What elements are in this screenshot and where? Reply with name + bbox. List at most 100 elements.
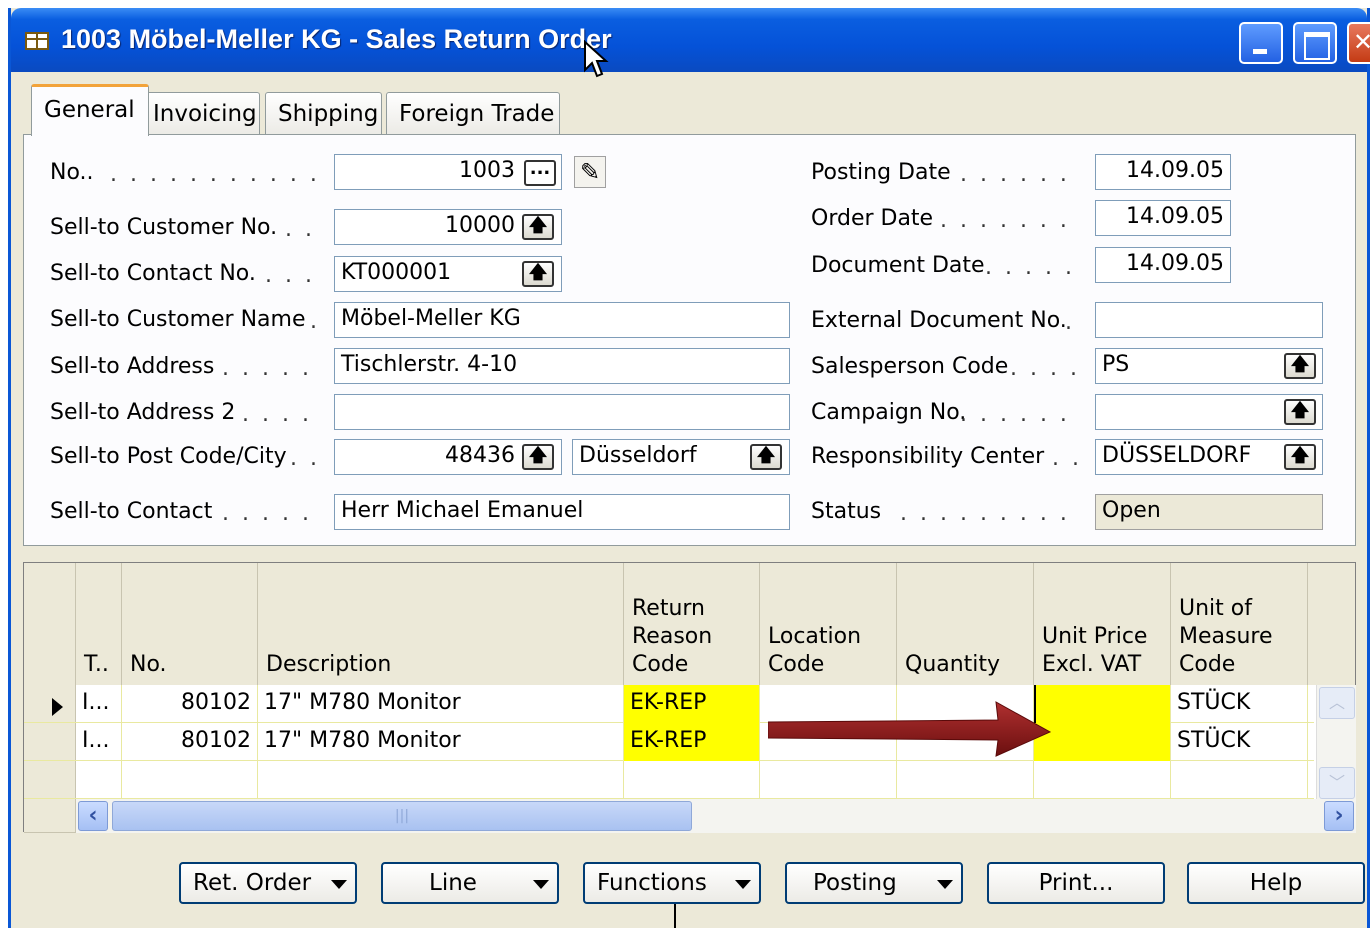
- cell-description[interactable]: [258, 761, 624, 799]
- salesperson-code-label: Salesperson Code: [811, 354, 1009, 379]
- mouse-pointer-icon: [584, 40, 609, 78]
- table-row-empty[interactable]: [24, 761, 1314, 799]
- sell-to-address-2-field[interactable]: [334, 394, 790, 430]
- lookup-arrow-icon[interactable]: 🡅: [522, 444, 554, 470]
- col-header-quantity[interactable]: Quantity: [897, 563, 1034, 685]
- scroll-down-icon[interactable]: ﹀: [1319, 767, 1355, 799]
- label-leader: . . . .: [1010, 356, 1080, 381]
- lookup-arrow-icon[interactable]: 🡅: [522, 214, 554, 240]
- cell-unit-of-measure[interactable]: STÜCK: [1171, 723, 1308, 761]
- document-date-label: Document Date: [811, 253, 985, 278]
- cell-quantity[interactable]: [897, 761, 1034, 799]
- order-date-label: Order Date: [811, 206, 934, 231]
- maximize-button[interactable]: [1293, 22, 1337, 64]
- table-row[interactable]: I... 80102 17" M780 Monitor EK-REP STÜCK: [24, 723, 1314, 761]
- cell-type[interactable]: I...: [76, 685, 122, 723]
- help-button[interactable]: Help: [1187, 862, 1365, 904]
- sell-to-address-field[interactable]: Tischlerstr. 4-10: [334, 348, 790, 384]
- label-leader: . .: [1052, 446, 1082, 471]
- col-header-unit-price[interactable]: Unit Price Excl. VAT: [1034, 563, 1171, 685]
- sell-to-customer-name-field[interactable]: Möbel-Meller KG: [334, 302, 790, 338]
- form-icon: [25, 32, 49, 50]
- col-header-type[interactable]: T..: [76, 563, 122, 685]
- sell-to-contact-no-label: Sell-to Contact No.: [50, 261, 256, 286]
- label-leader: . . . . .: [222, 356, 312, 381]
- cell-return-reason-code[interactable]: EK-REP: [624, 723, 760, 761]
- cell-return-reason-code[interactable]: EK-REP: [624, 685, 760, 723]
- vertical-scrollbar[interactable]: ︿ ﹀: [1316, 685, 1356, 801]
- tab-invoicing[interactable]: Invoicing: [140, 92, 260, 134]
- grid-corner: [24, 799, 76, 833]
- cell-type[interactable]: I...: [76, 723, 122, 761]
- posting-date-field[interactable]: 14.09.05: [1095, 154, 1231, 190]
- col-header-unit-of-measure[interactable]: Unit of Measure Code: [1171, 563, 1308, 685]
- dropdown-arrow-icon: [533, 880, 549, 889]
- sell-to-customer-name-label: Sell-to Customer Name: [50, 307, 306, 332]
- close-button[interactable]: [1347, 22, 1370, 64]
- print-button[interactable]: Print...: [987, 862, 1165, 904]
- ret-order-menu-button[interactable]: Ret. Order: [179, 862, 357, 904]
- sales-lines-grid[interactable]: T.. No. Description Return Reason Code L…: [23, 562, 1356, 833]
- horizontal-scrollbar[interactable]: ‹ ||| ›: [76, 799, 1356, 833]
- cell-type[interactable]: [76, 761, 122, 799]
- minimize-button[interactable]: [1239, 22, 1283, 64]
- cell-description[interactable]: 17" M780 Monitor: [258, 685, 624, 723]
- assist-edit-icon[interactable]: ...: [524, 160, 556, 186]
- sell-to-contact-field[interactable]: Herr Michael Emanuel: [334, 494, 790, 530]
- tab-general[interactable]: General: [31, 84, 149, 136]
- cell-return-reason-code[interactable]: [624, 761, 760, 799]
- cell-location-code[interactable]: [760, 761, 897, 799]
- scroll-right-icon[interactable]: ›: [1324, 801, 1354, 831]
- dropdown-arrow-icon: [331, 880, 347, 889]
- col-header-description[interactable]: Description: [258, 563, 624, 685]
- lookup-arrow-icon[interactable]: 🡅: [1284, 353, 1316, 379]
- annotation-arrow-icon: [768, 701, 1052, 757]
- sell-to-contact-label: Sell-to Contact: [50, 499, 213, 524]
- responsibility-center-label: Responsibility Center: [811, 444, 1045, 469]
- col-header-location-code[interactable]: Location Code: [760, 563, 897, 685]
- lookup-arrow-icon[interactable]: 🡅: [1284, 444, 1316, 470]
- label-leader: . . . .: [242, 402, 312, 427]
- lookup-arrow-icon[interactable]: 🡅: [1284, 399, 1316, 425]
- document-date-field[interactable]: 14.09.05: [1095, 247, 1231, 283]
- label-leader: . . . . . .: [960, 402, 1070, 427]
- text-cursor-mark: [674, 904, 676, 928]
- table-row[interactable]: I... 80102 17" M780 Monitor EK-REP STÜCK: [24, 685, 1314, 723]
- status-label: Status: [811, 499, 882, 524]
- cell-no[interactable]: 80102: [122, 685, 258, 723]
- label-leader: .: [1065, 310, 1075, 335]
- cell-unit-of-measure[interactable]: STÜCK: [1171, 685, 1308, 723]
- label-leader: . . . . .: [985, 255, 1075, 280]
- horizontal-scroll-thumb[interactable]: |||: [112, 801, 692, 831]
- label-leader: .: [310, 309, 320, 334]
- line-menu-button[interactable]: Line: [381, 862, 559, 904]
- pencil-icon[interactable]: ✎: [574, 156, 606, 188]
- sell-to-post-code-city-label: Sell-to Post Code/City: [50, 444, 287, 469]
- sell-to-customer-no-label: Sell-to Customer No.: [50, 215, 278, 240]
- tab-foreign-trade[interactable]: Foreign Trade: [386, 92, 560, 134]
- scroll-up-icon[interactable]: ︿: [1319, 687, 1355, 719]
- functions-menu-button[interactable]: Functions: [583, 862, 761, 904]
- lookup-arrow-icon[interactable]: 🡅: [750, 444, 782, 470]
- cell-unit-price[interactable]: [1034, 761, 1171, 799]
- cell-description[interactable]: 17" M780 Monitor: [258, 723, 624, 761]
- lookup-arrow-icon[interactable]: 🡅: [522, 261, 554, 287]
- col-header-no[interactable]: No.: [122, 563, 258, 685]
- scroll-left-icon[interactable]: ‹: [78, 801, 108, 831]
- cell-no[interactable]: 80102: [122, 723, 258, 761]
- label-leader: . . . . .: [222, 501, 312, 526]
- posting-menu-button[interactable]: Posting: [785, 862, 963, 904]
- label-leader: . . . . . . . . .: [900, 501, 1070, 526]
- cell-no[interactable]: [122, 761, 258, 799]
- title-bar[interactable]: 1003 Möbel-Meller KG - Sales Return Orde…: [11, 8, 1370, 72]
- no-label: No..: [50, 160, 94, 185]
- col-header-return-reason-code[interactable]: Return Reason Code: [624, 563, 760, 685]
- external-document-no-field[interactable]: [1095, 302, 1323, 338]
- label-leader: . . . . . . .: [940, 208, 1070, 233]
- cell-unit-of-measure[interactable]: [1171, 761, 1308, 799]
- order-date-field[interactable]: 14.09.05: [1095, 200, 1231, 236]
- grid-header: T.. No. Description Return Reason Code L…: [24, 563, 1355, 685]
- tab-shipping[interactable]: Shipping: [265, 92, 382, 134]
- label-leader: . . . . . .: [960, 162, 1070, 187]
- posting-date-label: Posting Date: [811, 160, 951, 185]
